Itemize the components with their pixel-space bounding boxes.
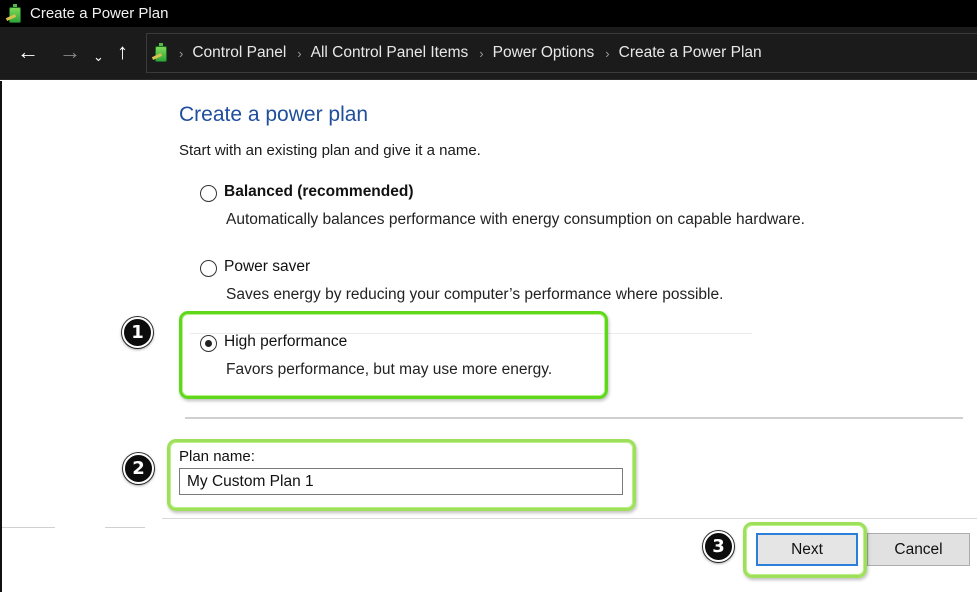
radio-high-performance[interactable]: [200, 335, 217, 352]
power-options-icon: [151, 43, 168, 63]
plan-label-power-saver[interactable]: Power saver: [224, 258, 310, 276]
window-title: Create a Power Plan: [30, 5, 169, 22]
forward-arrow-icon[interactable]: →: [59, 39, 81, 65]
plan-label-balanced[interactable]: Balanced (recommended): [224, 183, 414, 201]
plan-description-power-saver: Saves energy by reducing your computer’s…: [226, 286, 724, 303]
breadcrumb-separator-icon[interactable]: ›: [605, 46, 609, 61]
plan-name-input[interactable]: [179, 468, 623, 495]
breadcrumb-power-options[interactable]: Power Options: [493, 44, 595, 62]
next-button[interactable]: Next: [756, 533, 858, 566]
step-badge-1: 1: [122, 317, 153, 348]
page-subtitle: Start with an existing plan and give it …: [179, 142, 481, 159]
breadcrumb-separator-icon[interactable]: ›: [479, 46, 483, 61]
step-badge-3: 3: [703, 531, 734, 562]
radio-balanced[interactable]: [200, 185, 217, 202]
footer-divider: [162, 518, 977, 519]
step-badge-2: 2: [123, 453, 154, 484]
plan-label-high-performance[interactable]: High performance: [224, 333, 347, 351]
window-left-border: [0, 81, 2, 592]
up-arrow-icon[interactable]: ↑: [117, 39, 128, 65]
plan-description-high-performance: Favors performance, but may use more ene…: [226, 361, 553, 378]
breadcrumb-all-control-panel-items[interactable]: All Control Panel Items: [311, 44, 469, 62]
footer-divider-left: [105, 527, 145, 528]
recent-locations-chevron-icon[interactable]: ⌄: [93, 44, 104, 70]
back-arrow-icon[interactable]: ←: [17, 39, 39, 65]
breadcrumb-separator-icon[interactable]: ›: [297, 46, 301, 61]
cancel-button[interactable]: Cancel: [867, 533, 970, 566]
radio-power-saver[interactable]: [200, 260, 217, 277]
section-divider: [185, 417, 963, 419]
navigation-bar: ← → ⌄ ↑ › Control Panel › All Control Pa…: [0, 27, 977, 80]
page-title: Create a power plan: [179, 103, 369, 126]
title-bar: Create a Power Plan: [0, 0, 977, 27]
plan-name-label: Plan name:: [179, 448, 255, 465]
address-bar[interactable]: › Control Panel › All Control Panel Item…: [146, 33, 977, 73]
breadcrumb-control-panel[interactable]: Control Panel: [192, 44, 286, 62]
plan-description-balanced: Automatically balances performance with …: [226, 211, 805, 228]
footer-divider-left: [2, 527, 55, 528]
power-options-icon: [5, 3, 24, 24]
breadcrumb-create-a-power-plan[interactable]: Create a Power Plan: [619, 44, 762, 62]
breadcrumb-separator-icon[interactable]: ›: [179, 46, 183, 61]
